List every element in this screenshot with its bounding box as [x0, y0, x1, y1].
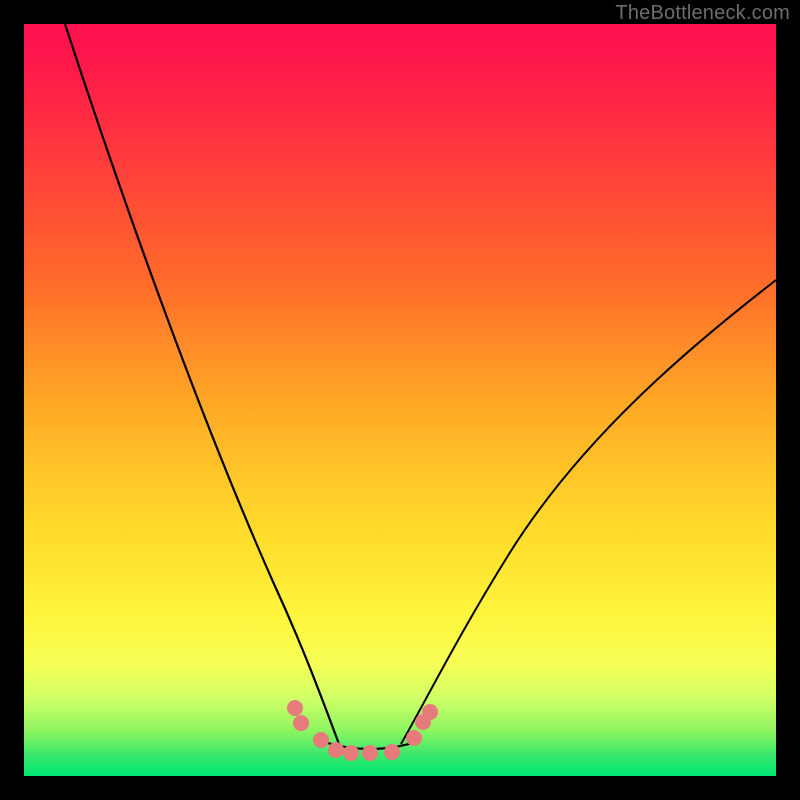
watermark-text: TheBottleneck.com: [615, 2, 790, 25]
curve-left-branch: [65, 24, 339, 744]
curve-right-branch: [401, 280, 776, 744]
chart-frame: TheBottleneck.com: [0, 0, 800, 800]
marker-dot: [287, 700, 303, 716]
marker-dot: [313, 732, 329, 748]
bottleneck-curve: [24, 24, 776, 776]
marker-dot: [293, 715, 309, 731]
marker-dot: [406, 730, 422, 746]
plot-area: [24, 24, 776, 776]
